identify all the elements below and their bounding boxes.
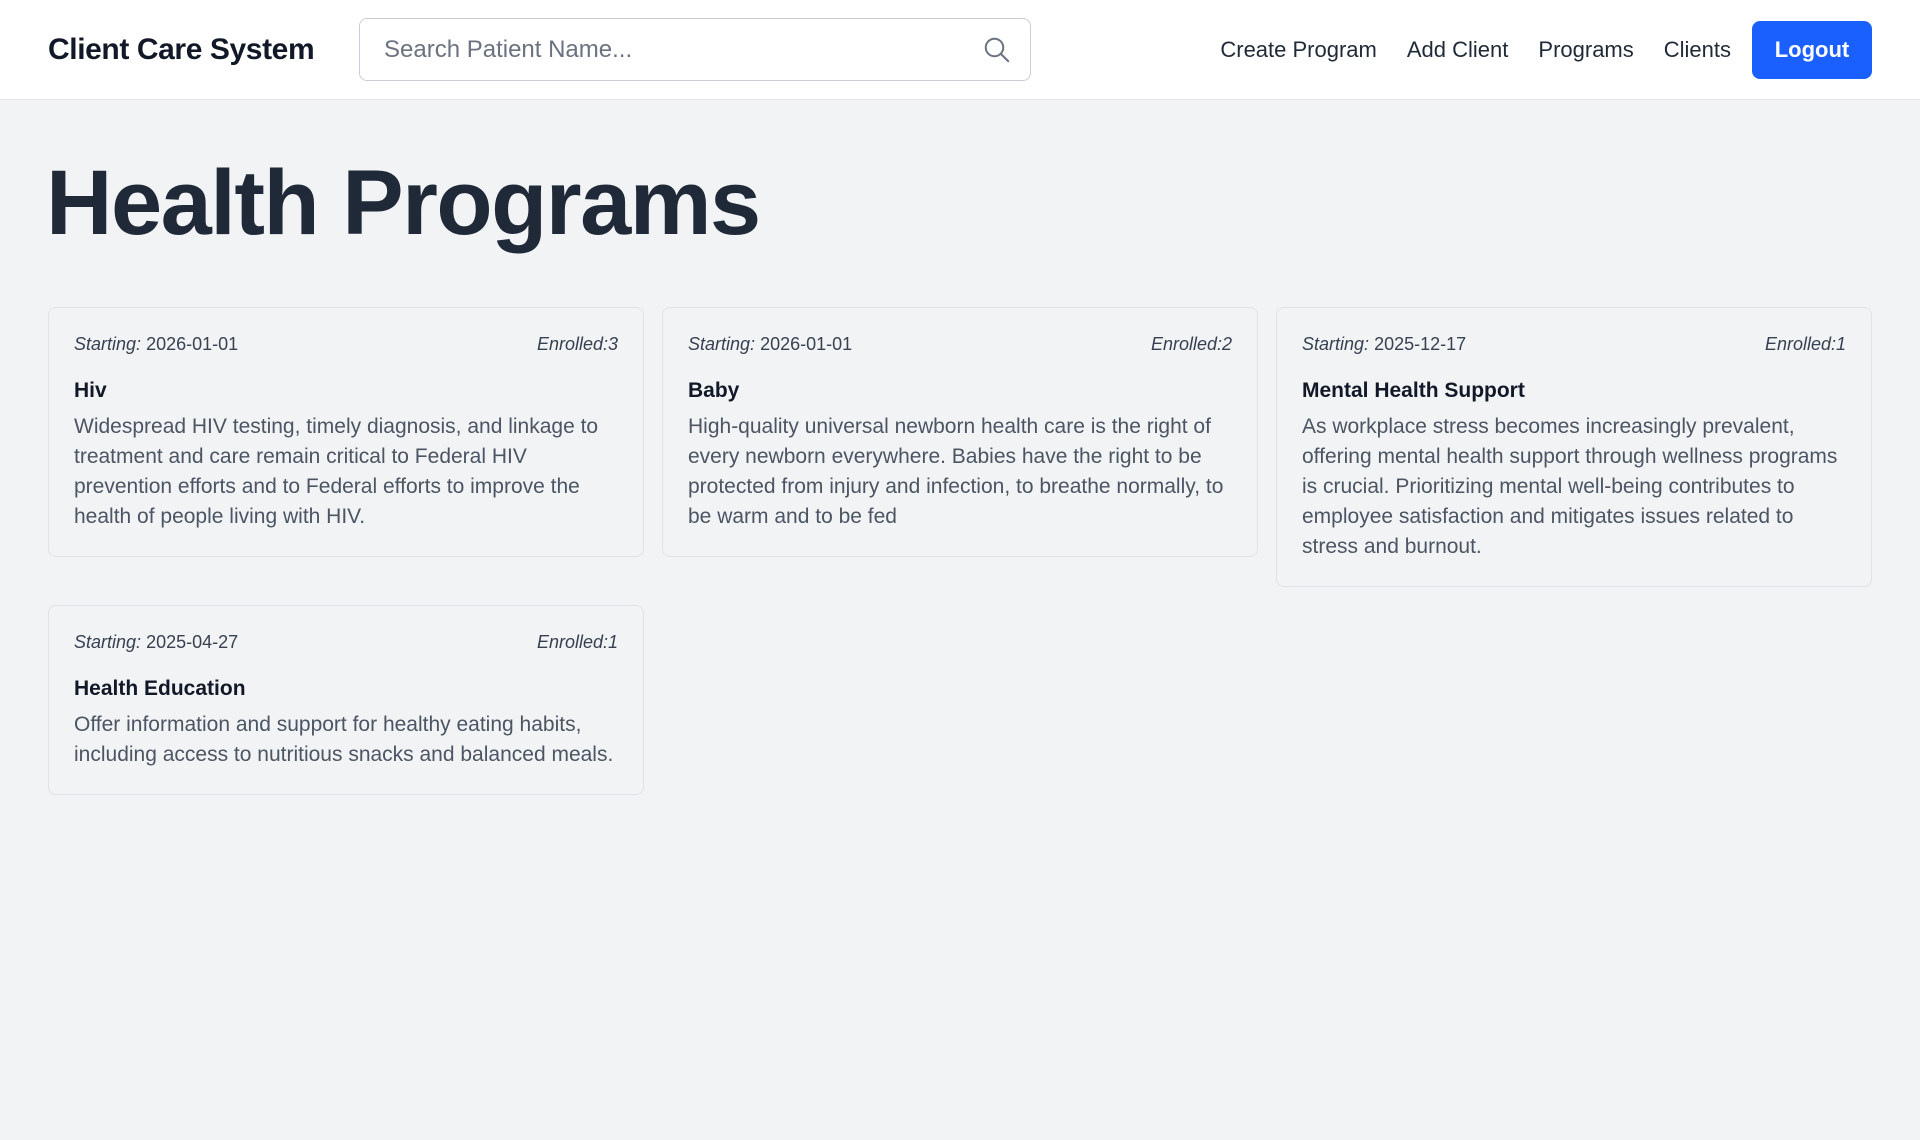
card-meta: Starting: 2026-01-01 Enrolled:3 <box>74 332 618 356</box>
card-start: Starting: 2025-12-17 <box>1302 332 1466 356</box>
program-description: High-quality universal newborn health ca… <box>688 415 1224 528</box>
start-date: 2025-12-17 <box>1374 334 1467 354</box>
start-date: 2025-04-27 <box>146 632 239 652</box>
nav-create-program[interactable]: Create Program <box>1220 37 1377 63</box>
program-description: Offer information and support for health… <box>74 713 614 766</box>
page-title: Health Programs <box>46 152 761 254</box>
start-date: 2026-01-01 <box>146 334 239 354</box>
program-name: Baby <box>688 379 740 402</box>
starting-label: Starting: <box>74 632 142 652</box>
start-date: 2026-01-01 <box>760 334 853 354</box>
program-card[interactable]: Starting: 2026-01-01 Enrolled:3 Hiv Wide… <box>48 307 644 557</box>
enrolled-count: Enrolled:1 <box>536 632 618 652</box>
search-input[interactable] <box>360 19 1030 80</box>
nav-add-client[interactable]: Add Client <box>1407 37 1509 63</box>
program-name: Mental Health Support <box>1302 379 1525 402</box>
app-brand[interactable]: Client Care System <box>48 0 315 100</box>
card-meta: Starting: 2025-04-27 Enrolled:1 <box>74 630 618 654</box>
card-meta: Starting: 2025-12-17 Enrolled:1 <box>1302 332 1846 356</box>
nav-clients[interactable]: Clients <box>1664 37 1731 63</box>
enrolled-count: Enrolled:3 <box>536 334 618 354</box>
enrolled-count: Enrolled:2 <box>1150 334 1232 354</box>
programs-grid: Starting: 2026-01-01 Enrolled:3 Hiv Wide… <box>48 307 1872 795</box>
program-name: Health Education <box>74 677 246 700</box>
program-description: As workplace stress becomes increasingly… <box>1302 415 1838 558</box>
starting-label: Starting: <box>688 334 756 354</box>
card-start: Starting: 2026-01-01 <box>74 332 238 356</box>
top-navbar: Client Care System Create Program Add Cl… <box>0 0 1920 100</box>
card-meta: Starting: 2026-01-01 Enrolled:2 <box>688 332 1232 356</box>
program-card[interactable]: Starting: 2025-04-27 Enrolled:1 Health E… <box>48 605 644 795</box>
nav-programs[interactable]: Programs <box>1538 37 1633 63</box>
card-start: Starting: 2026-01-01 <box>688 332 852 356</box>
starting-label: Starting: <box>1302 334 1370 354</box>
enrolled-count: Enrolled:1 <box>1764 334 1846 354</box>
logout-button[interactable]: Logout <box>1752 21 1872 79</box>
main-nav: Create Program Add Client Programs Clien… <box>1220 21 1872 79</box>
search-icon[interactable] <box>982 35 1012 65</box>
card-start: Starting: 2025-04-27 <box>74 630 238 654</box>
starting-label: Starting: <box>74 334 142 354</box>
search-box <box>359 18 1031 81</box>
program-name: Hiv <box>74 379 107 402</box>
program-card[interactable]: Starting: 2025-12-17 Enrolled:1 Mental H… <box>1276 307 1872 587</box>
program-card[interactable]: Starting: 2026-01-01 Enrolled:2 Baby Hig… <box>662 307 1258 557</box>
program-description: Widespread HIV testing, timely diagnosis… <box>74 415 599 528</box>
